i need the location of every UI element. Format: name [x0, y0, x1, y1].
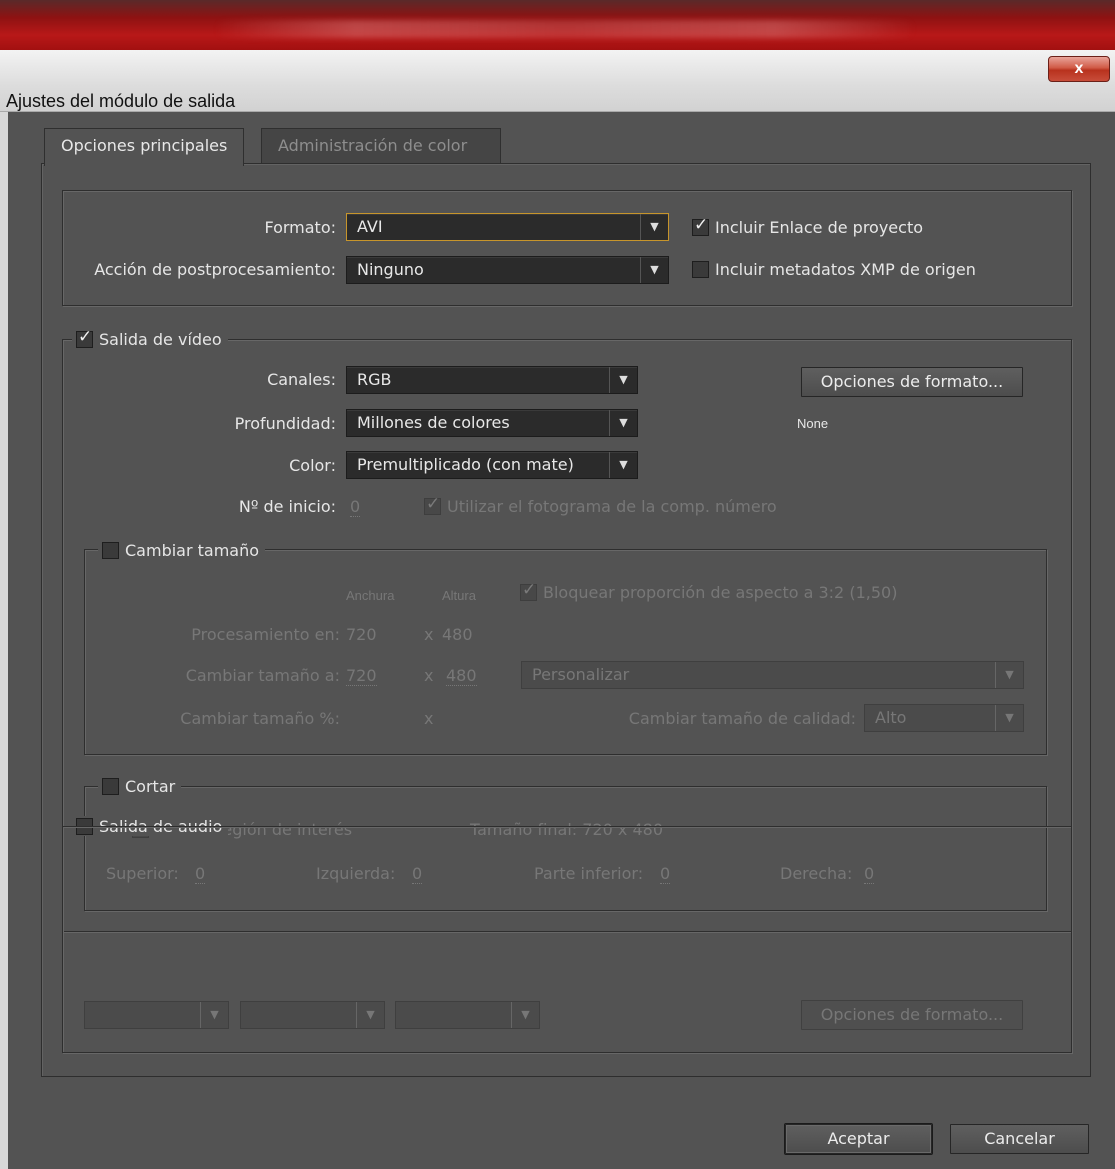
- checkbox-checked-disabled[interactable]: [424, 494, 441, 515]
- chevron-down-icon: ▼: [511, 1002, 539, 1028]
- chevron-down-icon: ▼: [609, 367, 637, 393]
- chevron-down-icon: ▼: [609, 452, 637, 478]
- checkbox-checked[interactable]: [692, 215, 709, 236]
- start-number-label: Nº de inicio:: [238, 497, 336, 516]
- resize-percent-label: Cambiar tamaño %:: [180, 709, 340, 728]
- audio-format-options-button[interactable]: Opciones de formato...: [801, 1000, 1023, 1030]
- video-output-legend[interactable]: Salida de vídeo: [72, 327, 228, 349]
- percent-x-separator: x: [424, 709, 434, 728]
- resize-to-label: Cambiar tamaño a:: [185, 666, 340, 685]
- resize-legend[interactable]: Cambiar tamaño: [98, 540, 266, 560]
- lock-aspect-label: Bloquear proporción de aspecto a 3:2 (1,…: [543, 583, 898, 602]
- tab-main-options[interactable]: Opciones principales: [44, 128, 245, 166]
- use-comp-frame-label: Utilizar el fotograma de la comp. número: [447, 497, 777, 516]
- crop-label: Cortar: [125, 776, 176, 796]
- render-at-label: Procesamiento en:: [191, 625, 340, 644]
- chevron-down-icon: ▼: [995, 662, 1023, 688]
- resize-label: Cambiar tamaño: [125, 540, 260, 560]
- crop-legend[interactable]: Cortar: [98, 776, 182, 796]
- resize-quality-label: Cambiar tamaño de calidad:: [628, 709, 856, 728]
- tab-color-management[interactable]: Administración de color: [261, 128, 501, 164]
- format-label: Formato:: [264, 218, 336, 237]
- color-label: Color:: [289, 456, 336, 475]
- resize-width[interactable]: 720: [346, 666, 377, 686]
- post-processing-value: Ninguno: [357, 260, 424, 279]
- resize-quality-value: Alto: [875, 708, 907, 727]
- checkbox-checked-disabled[interactable]: [520, 580, 537, 601]
- resize-quality-dropdown[interactable]: Alto ▼: [864, 704, 1024, 732]
- ok-button[interactable]: Aceptar: [785, 1124, 932, 1154]
- color-dropdown[interactable]: Premultiplicado (con mate) ▼: [346, 451, 638, 479]
- resize-x-separator: x: [424, 666, 434, 685]
- close-button[interactable]: x: [1048, 56, 1110, 82]
- lock-aspect-ratio[interactable]: Bloquear proporción de aspecto a 3:2 (1,…: [520, 580, 898, 602]
- audio-channels-dropdown[interactable]: ▼: [395, 1001, 540, 1029]
- video-output-checkbox[interactable]: [76, 327, 93, 348]
- color-value: Premultiplicado (con mate): [357, 455, 574, 474]
- depth-dropdown[interactable]: Millones de colores ▼: [346, 409, 638, 437]
- chevron-down-icon: ▼: [995, 705, 1023, 731]
- post-processing-dropdown[interactable]: Ninguno ▼: [346, 256, 669, 284]
- depth-label: Profundidad:: [234, 414, 336, 433]
- render-x-separator: x: [424, 625, 434, 644]
- video-format-options-button[interactable]: Opciones de formato...: [801, 367, 1023, 397]
- resize-checkbox[interactable]: [102, 541, 119, 559]
- window-title: Ajustes del módulo de salida: [6, 91, 236, 111]
- depth-value: Millones de colores: [357, 413, 510, 432]
- format-group: [62, 190, 1072, 306]
- use-comp-frame-number[interactable]: Utilizar el fotograma de la comp. número: [424, 494, 777, 516]
- post-processing-label: Acción de postprocesamiento:: [94, 260, 336, 279]
- include-project-link[interactable]: Incluir Enlace de proyecto: [692, 215, 924, 237]
- chevron-down-icon: ▼: [609, 410, 637, 436]
- chevron-down-icon: ▼: [200, 1002, 228, 1028]
- include-project-link-label: Incluir Enlace de proyecto: [715, 218, 924, 237]
- render-width: 720: [346, 625, 377, 644]
- chevron-down-icon: ▼: [640, 214, 668, 240]
- format-value: AVI: [357, 217, 383, 236]
- format-dropdown[interactable]: AVI ▼: [346, 213, 669, 241]
- channels-dropdown[interactable]: RGB ▼: [346, 366, 638, 394]
- cancel-button[interactable]: Cancelar: [950, 1124, 1089, 1154]
- blurred-window-title: [215, 20, 915, 38]
- width-header: Anchura: [346, 588, 395, 603]
- resize-preset-dropdown[interactable]: Personalizar ▼: [521, 661, 1024, 689]
- render-height: 480: [442, 625, 473, 644]
- chevron-down-icon: ▼: [640, 257, 668, 283]
- audio-bit-depth-dropdown[interactable]: ▼: [240, 1001, 385, 1029]
- chevron-down-icon: ▼: [356, 1002, 384, 1028]
- audio-sample-rate-dropdown[interactable]: ▼: [84, 1001, 229, 1029]
- video-output-label: Salida de vídeo: [99, 329, 222, 349]
- resize-preset-value: Personalizar: [532, 665, 630, 684]
- channels-label: Canales:: [267, 370, 336, 389]
- checkbox-unchecked[interactable]: [692, 261, 709, 278]
- start-number-value[interactable]: 0: [350, 497, 361, 517]
- crop-checkbox[interactable]: [102, 777, 119, 795]
- include-xmp-label: Incluir metadatos XMP de origen: [715, 260, 976, 279]
- include-xmp-metadata[interactable]: Incluir metadatos XMP de origen: [692, 260, 976, 279]
- codec-text: None: [797, 416, 829, 431]
- resize-height[interactable]: 480: [446, 666, 477, 686]
- height-header: Altura: [442, 588, 476, 603]
- channels-value: RGB: [357, 370, 392, 389]
